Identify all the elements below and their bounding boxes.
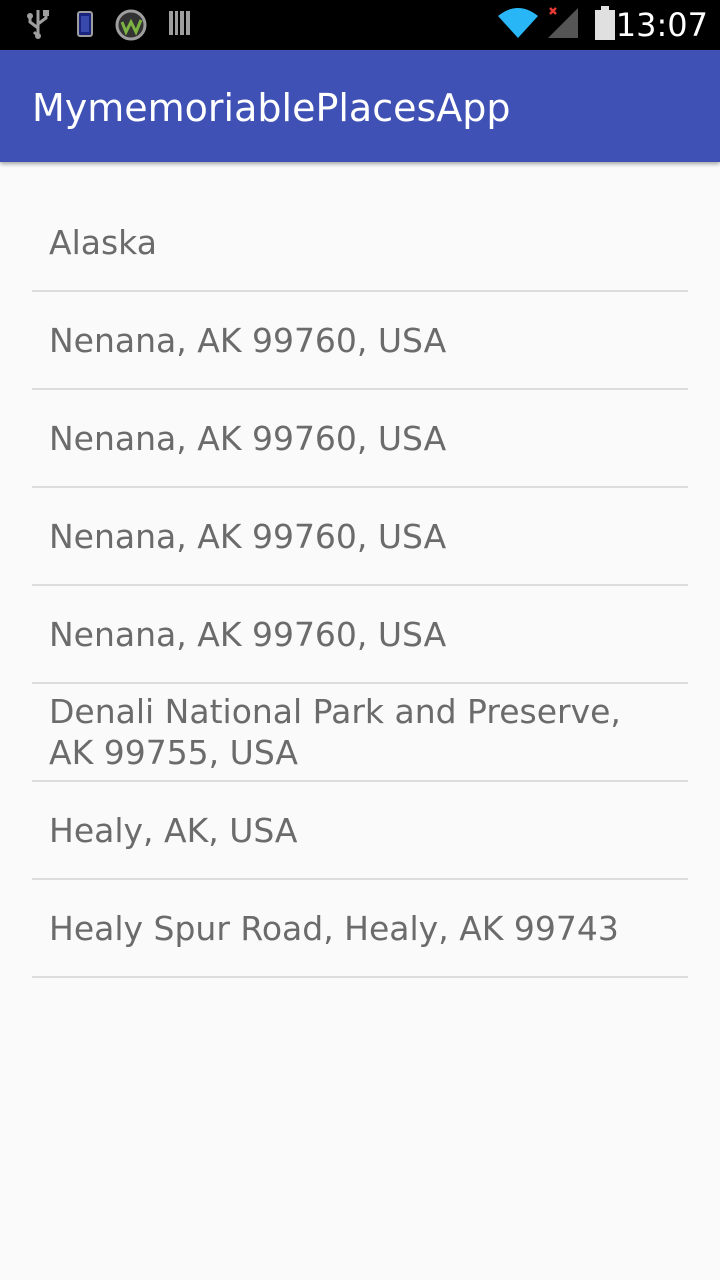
battery-icon <box>595 6 615 40</box>
list-item[interactable]: Denali National Park and Preserve, AK 99… <box>32 684 688 782</box>
barcode-icon <box>169 11 190 35</box>
app-title: MymemoriablePlacesApp <box>32 86 511 130</box>
list-item[interactable]: Alaska <box>32 194 688 292</box>
phone-battery-icon <box>77 11 93 37</box>
place-label: Alaska <box>49 222 157 262</box>
place-label: Healy Spur Road, Healy, AK 99743 <box>49 908 619 948</box>
app-bar: MymemoriablePlacesApp <box>0 50 720 162</box>
cellular-signal-icon <box>548 7 578 38</box>
place-label: Nenana, AK 99760, USA <box>49 516 447 556</box>
place-label: Nenana, AK 99760, USA <box>49 418 447 458</box>
app-notification-icon <box>115 9 147 41</box>
list-item[interactable]: Nenana, AK 99760, USA <box>32 292 688 390</box>
status-bar: 13:07 <box>0 0 720 50</box>
wifi-icon <box>498 8 538 38</box>
place-label: Nenana, AK 99760, USA <box>49 614 447 654</box>
list-item[interactable]: Nenana, AK 99760, USA <box>32 390 688 488</box>
usb-icon <box>27 10 49 39</box>
list-item[interactable]: Nenana, AK 99760, USA <box>32 488 688 586</box>
list-item[interactable]: Healy Spur Road, Healy, AK 99743 <box>32 880 688 978</box>
list-item[interactable]: Nenana, AK 99760, USA <box>32 586 688 684</box>
place-label: Healy, AK, USA <box>49 810 298 850</box>
status-bar-clock: 13:07 <box>615 6 708 44</box>
place-label: Denali National Park and Preserve, AK 99… <box>49 692 621 772</box>
places-list: Alaska Nenana, AK 99760, USA Nenana, AK … <box>32 194 688 978</box>
place-label: Nenana, AK 99760, USA <box>49 320 447 360</box>
list-item[interactable]: Healy, AK, USA <box>32 782 688 880</box>
